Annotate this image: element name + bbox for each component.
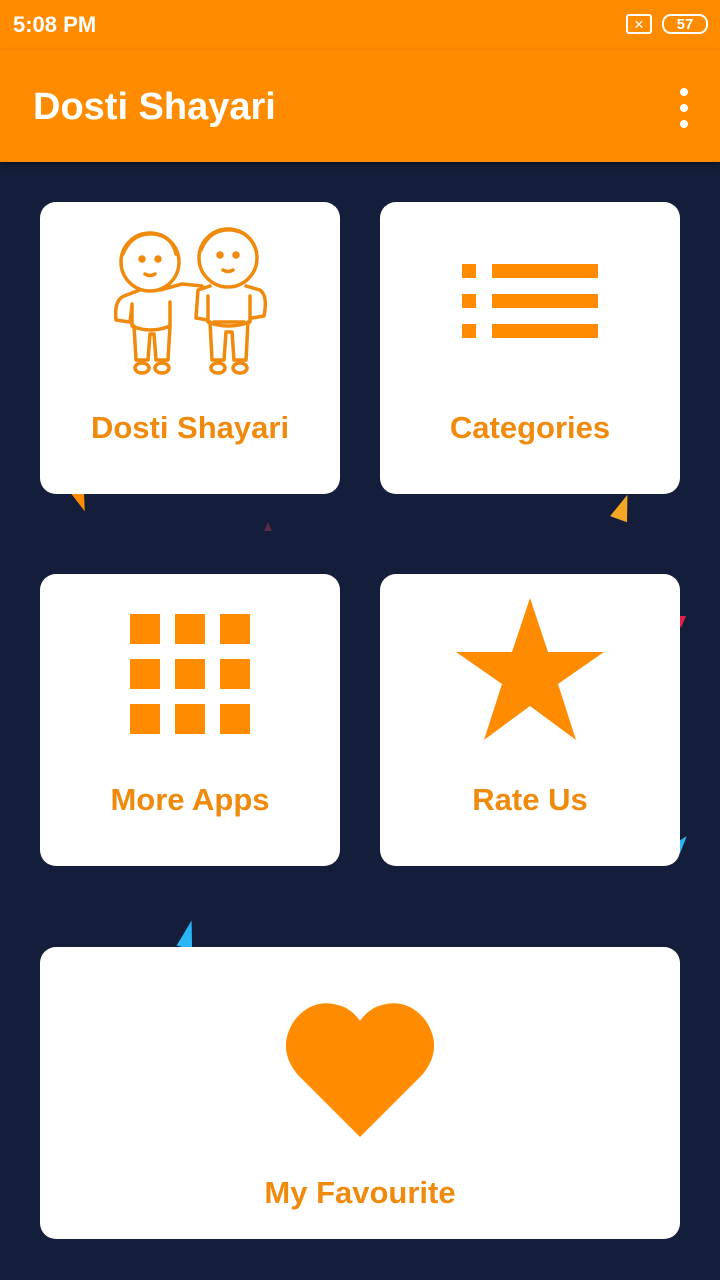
more-apps-card[interactable]: More Apps <box>40 574 340 866</box>
categories-card[interactable]: Categories <box>380 202 680 494</box>
confetti-decoration <box>264 522 272 531</box>
friends-icon <box>113 227 268 375</box>
rate-us-card[interactable]: Rate Us <box>380 574 680 866</box>
overflow-menu-icon[interactable] <box>676 88 692 128</box>
app-title: Dosti Shayari <box>33 86 276 128</box>
status-bar: 5:08 PM ✕ 57 <box>0 0 720 50</box>
dosti-shayari-card[interactable]: Dosti Shayari <box>40 202 340 494</box>
more-apps-label: More Apps <box>110 782 270 817</box>
grid-icon <box>130 614 250 734</box>
app-bar: Dosti Shayari <box>0 50 720 162</box>
battery-icon: 57 <box>662 14 708 34</box>
no-sim-icon: ✕ <box>626 14 652 34</box>
confetti-decoration <box>176 918 200 950</box>
status-icons: ✕ 57 <box>626 14 708 34</box>
heart-icon <box>285 1003 435 1137</box>
my-favourite-label: My Favourite <box>264 1175 456 1210</box>
my-favourite-card[interactable]: My Favourite <box>40 947 680 1239</box>
star-icon <box>456 598 604 740</box>
categories-label: Categories <box>449 410 611 445</box>
rate-us-label: Rate Us <box>472 782 588 817</box>
list-icon <box>462 264 598 338</box>
battery-level: 57 <box>676 15 694 33</box>
confetti-decoration <box>610 491 636 523</box>
status-time: 5:08 PM <box>13 12 97 37</box>
dosti-shayari-label: Dosti Shayari <box>90 410 290 445</box>
